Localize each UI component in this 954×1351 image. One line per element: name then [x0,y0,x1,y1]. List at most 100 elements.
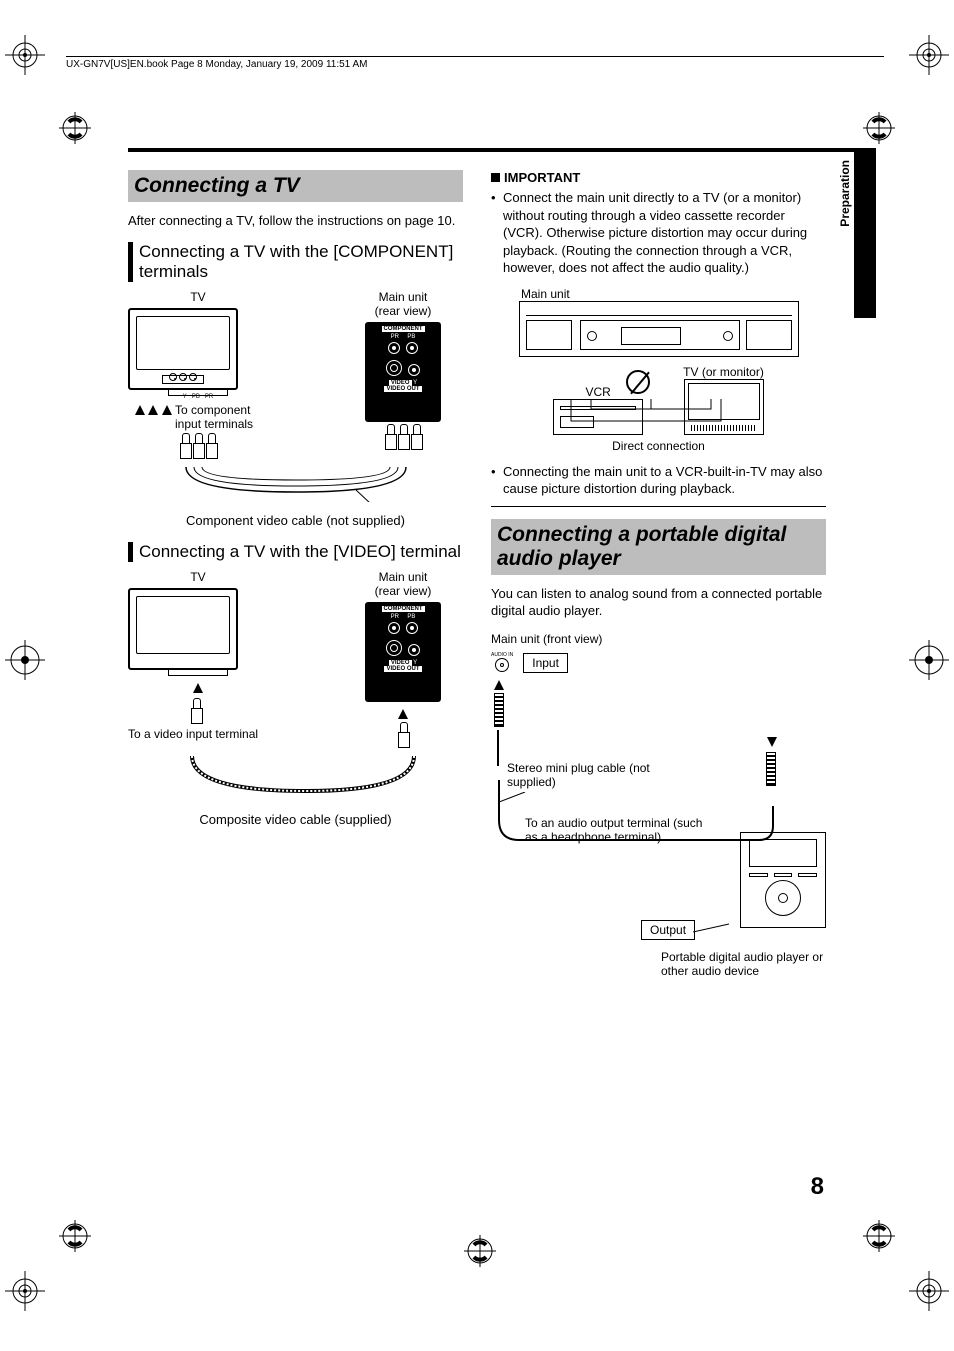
crop-mark-icon [5,1271,45,1311]
subheading-component: Connecting a TV with the [COMPONENT] ter… [128,242,463,283]
rca-plug-icon [398,722,408,748]
section-tab-label: Preparation [838,160,852,227]
caption-component-cable: Component video cable (not supplied) [128,513,463,528]
figure-audio-connection: Main unit (front view) AUDIO IN Input St… [491,632,826,992]
content-columns: Connecting a TV After connecting a TV, f… [128,170,826,1000]
panel-label-pr: PR [391,614,399,620]
subheading-video: Connecting a TV with the [VIDEO] termina… [128,542,463,562]
jack-icon [386,640,402,656]
jack-icon [406,622,418,634]
page-number: 8 [811,1173,824,1201]
panel-label-video-out: VIDEO OUT [384,666,421,672]
arrow-up-icon [162,405,172,415]
register-mark-icon [859,1216,899,1256]
tv-stand-icon [168,670,228,676]
jack-icon [388,342,400,354]
mini-plug-icon [766,752,776,786]
label-rear-view: (rear view) [343,584,463,598]
rear-panel-icon: COMPONENT PR PB VIDEO Y VIDEO OUT [365,322,441,422]
caption-composite-cable: Composite video cable (supplied) [128,812,463,827]
crop-mark-icon [909,640,949,680]
square-bullet-icon [491,173,500,182]
figure-video-connection: TV To a video input terminal Main unit ( [128,570,463,804]
audio-in-jack-icon [495,658,509,672]
register-mark-icon [859,108,899,148]
caption-portable-player: Portable digital audio player or other a… [661,950,831,979]
arrow-down-icon [767,737,777,747]
jack-icon [408,644,420,656]
connection-lines-icon [491,399,811,433]
crop-mark-icon [909,1271,949,1311]
label-direct-connection: Direct connection [491,439,826,453]
label-main-unit: Main unit [491,287,826,301]
important-heading: IMPORTANT [504,170,580,185]
label-to-video: To a video input terminal [128,727,288,741]
register-mark-icon [55,1216,95,1256]
label-main-unit: Main unit [343,570,463,584]
jack-label-pb: PB [192,394,200,400]
portable-player-icon [740,832,826,928]
right-column: IMPORTANT Connect the main unit directly… [491,170,826,1000]
label-rear-view: (rear view) [343,304,463,318]
crop-mark-icon [5,35,45,75]
book-header: UX-GN7V[US]EN.book Page 8 Monday, Januar… [66,56,884,70]
portable-intro: You can listen to analog sound from a co… [491,585,826,620]
crop-mark-icon [5,640,45,680]
rca-plug-icon [385,424,395,450]
register-mark-icon [55,108,95,148]
panel-label-component: COMPONENT [382,326,425,332]
label-to-component: To component input terminals [175,404,261,430]
cable-curve-icon [136,462,456,502]
jack-icon [406,342,418,354]
divider [491,506,826,507]
jack-icon [408,364,420,376]
tv-icon [128,308,238,390]
jack-icon [386,360,402,376]
rca-plug-icon [191,698,201,724]
section-tab [854,148,876,318]
crop-mark-icon [909,35,949,75]
label-to-audio-out: To an audio output terminal (such as a h… [525,816,705,845]
register-mark-icon [460,1231,500,1271]
arrow-up-icon [148,405,158,415]
arrow-up-icon [135,405,145,415]
panel-label-component: COMPONENT [382,606,425,612]
page-top-rule [128,148,854,152]
important-bullet-2: Connecting the main unit to a VCR-built-… [491,463,826,498]
cable-segment-icon [497,730,499,766]
rca-plug-icon [206,433,216,459]
label-main-front: Main unit (front view) [491,632,826,646]
rca-plug-icon [398,424,408,450]
prohibited-icon [626,370,650,397]
rca-plug-icon [193,433,203,459]
label-input: Input [523,653,568,673]
rca-plug-icon [180,433,190,459]
figure-component-connection: TV [128,290,463,504]
panel-label-pb: PB [407,614,415,620]
mini-plug-icon [494,693,504,727]
leader-line-icon [693,922,733,942]
jack-icon [388,622,400,634]
arrow-up-icon [494,680,504,690]
heading-portable-audio: Connecting a portable digital audio play… [491,519,826,575]
jack-label-pr: PR [205,394,213,400]
intro-text: After connecting a TV, follow the instru… [128,212,463,230]
arrow-up-icon [398,709,408,719]
arrow-up-icon [193,683,203,693]
panel-label-video-out: VIDEO OUT [384,386,421,392]
label-output: Output [641,920,695,940]
left-column: Connecting a TV After connecting a TV, f… [128,170,463,1000]
label-tv-monitor: TV (or monitor) [683,365,764,379]
page: UX-GN7V[US]EN.book Page 8 Monday, Januar… [0,0,954,1351]
tv-icon [128,588,238,670]
heading-connecting-tv: Connecting a TV [128,170,463,202]
rear-panel-icon: COMPONENT PR PB VIDEO Y VIDEO OUT [365,602,441,702]
important-bullet-1: Connect the main unit directly to a TV (… [491,189,826,277]
label-main-unit: Main unit [343,290,463,304]
label-tv: TV [128,570,268,584]
jack-label-y: Y [183,394,187,400]
main-unit-shelf-icon [519,301,799,357]
rca-plug-icon [411,424,421,450]
label-tv: TV [128,290,268,304]
panel-label-pr: PR [391,334,399,340]
